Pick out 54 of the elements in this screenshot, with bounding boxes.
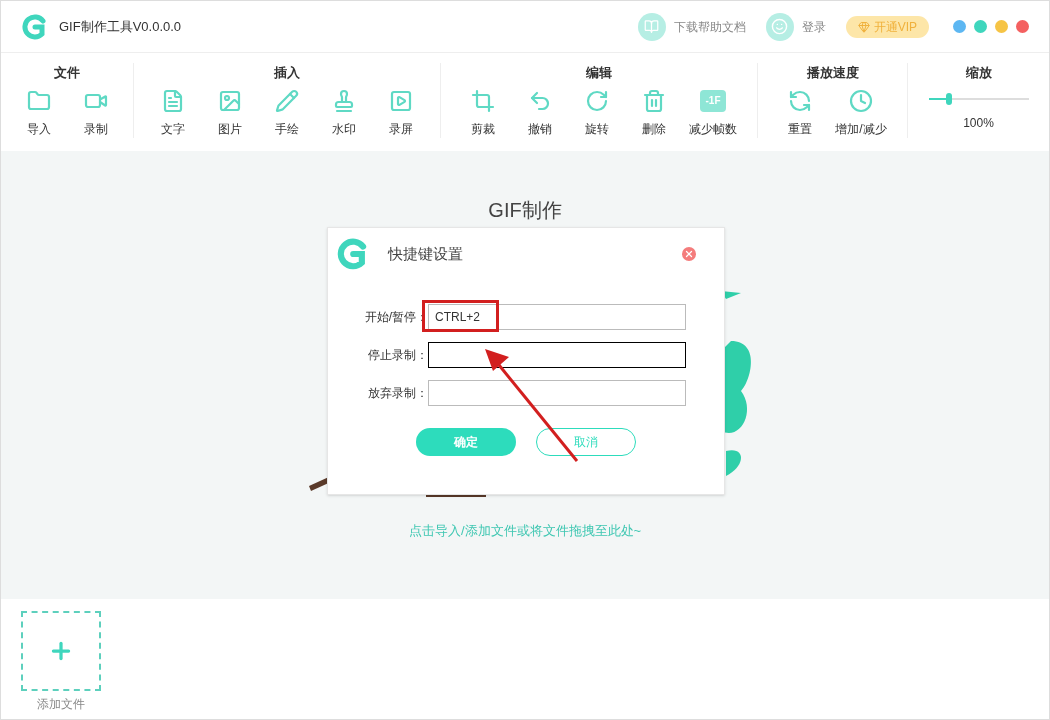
app-logo-icon	[336, 238, 368, 270]
toolbar-button[interactable]: 增加/减少	[835, 87, 887, 138]
trash-icon	[642, 88, 666, 113]
close-icon[interactable]	[1016, 20, 1029, 33]
toolbar-button[interactable]: -1F 减少帧数	[689, 87, 737, 138]
close-button[interactable]	[682, 247, 696, 261]
clock-icon	[849, 88, 873, 113]
field-label: 开始/暂停：	[363, 309, 428, 326]
diamond-icon	[857, 20, 870, 33]
shortcut-field[interactable]	[428, 342, 686, 368]
toolbar-button[interactable]: 剪裁	[461, 87, 505, 138]
crop-icon	[471, 88, 495, 113]
canvas-title: GIF制作	[488, 198, 562, 223]
dialog-title: 快捷键设置	[388, 243, 463, 264]
drop-hint: 点击导入/添加文件或将文件拖拽至此处~	[408, 522, 642, 540]
toolbar-button[interactable]: 删除	[632, 87, 676, 138]
field-label: 放弃录制：	[367, 385, 428, 402]
dropdown-icon[interactable]	[953, 20, 966, 33]
folder-icon	[26, 88, 51, 113]
app-logo-icon	[21, 13, 47, 40]
toolbar-button[interactable]: 水印	[322, 87, 366, 138]
toolbar-button[interactable]: 图片	[208, 87, 252, 138]
group-title: 缩放	[965, 64, 992, 82]
toolbar-button[interactable]: 旋转	[575, 87, 619, 138]
book-icon	[644, 19, 660, 34]
rotate-icon	[585, 88, 609, 113]
toolbar-button[interactable]: 文字	[151, 87, 195, 138]
group-title: 播放速度	[806, 64, 859, 82]
window-title: GIF制作工具V0.0.0.0	[59, 17, 182, 36]
field-label: 停止录制：	[367, 347, 428, 364]
document-icon	[161, 88, 185, 113]
maximize-icon[interactable]	[995, 20, 1008, 33]
shortcut-field[interactable]	[428, 380, 686, 406]
frame-badge-icon: -1F	[700, 89, 726, 112]
group-title: 插入	[274, 64, 300, 82]
image-icon	[218, 88, 242, 113]
group-title: 编辑	[586, 64, 612, 82]
toolbar-button[interactable]: 导入	[16, 87, 61, 138]
toolbar-button[interactable]: 录屏	[379, 87, 423, 138]
minimize-icon[interactable]	[974, 20, 987, 33]
zoom-reading: 100%	[963, 114, 994, 132]
shortcut-field[interactable]: CTRL+2	[428, 304, 686, 330]
toolbar-button[interactable]: 手绘	[265, 87, 309, 138]
login-button[interactable]: 登录	[765, 12, 826, 41]
avatar-icon	[771, 18, 789, 35]
group-title: 文件	[54, 64, 80, 82]
toolbar-button[interactable]: 撤销	[518, 87, 562, 138]
toolbar-button[interactable]: 录制	[73, 87, 118, 138]
pen-icon	[275, 88, 299, 113]
zoom-slider[interactable]	[928, 92, 1029, 105]
play-screen-icon	[389, 88, 413, 113]
toolbar-button[interactable]: 重置	[778, 87, 823, 138]
stamp-icon	[332, 88, 356, 113]
help-docs-button[interactable]: 下载帮助文档	[637, 12, 746, 41]
